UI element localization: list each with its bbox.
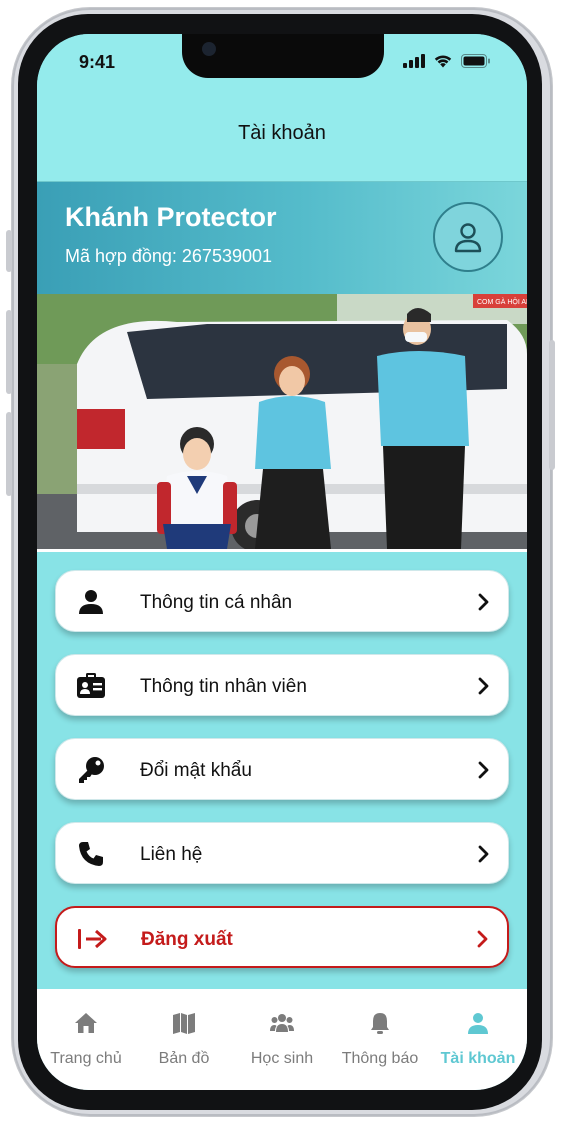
person-icon — [76, 588, 106, 616]
tab-label-students: Học sinh — [250, 1050, 314, 1067]
menu-label-staff-info: Thông tin nhân viên — [140, 676, 307, 697]
page-title: Tài khoản — [238, 122, 326, 144]
tab-map[interactable]: Bản đồ — [135, 989, 233, 1079]
tab-label-notifications: Thông báo — [341, 1050, 419, 1067]
contract-label: Mã hợp đồng: — [65, 246, 177, 266]
menu-item-personal-info[interactable]: Thông tin cá nhân — [55, 570, 509, 632]
tab-label-map: Bản đồ — [158, 1050, 210, 1067]
tab-students[interactable]: Học sinh — [233, 989, 331, 1079]
menu-item-contact[interactable]: Liên hệ — [55, 822, 509, 884]
profile-banner: Khánh Protector Mã hợp đồng: 267539001 — [37, 182, 527, 294]
phone-icon — [76, 840, 106, 868]
side-button-volume-down — [6, 412, 12, 496]
menu-item-change-password[interactable]: Đổi mật khẩu — [55, 738, 509, 800]
tab-notifications[interactable]: Thông báo — [331, 989, 429, 1079]
menu-list: Thông tin cá nhân Thông tin nhân viên Đổ… — [37, 549, 527, 989]
logout-button[interactable]: Đăng xuất — [55, 906, 509, 968]
tab-home[interactable]: Trang chủ — [37, 989, 135, 1079]
menu-label-personal-info: Thông tin cá nhân — [140, 592, 293, 613]
menu-item-staff-info[interactable]: Thông tin nhân viên — [55, 654, 509, 716]
logout-arrow-icon — [77, 925, 107, 953]
status-bar: 9:41 — [37, 34, 527, 90]
profile-name: Khánh Protector — [65, 202, 277, 232]
chevron-right-icon — [478, 761, 490, 784]
avatar[interactable] — [433, 202, 503, 272]
menu-label-contact: Liên hệ — [140, 844, 203, 865]
key-icon — [76, 756, 106, 784]
menu-label-change-password: Đổi mật khẩu — [140, 760, 252, 781]
menu-label-logout: Đăng xuất — [141, 929, 233, 950]
map-icon — [173, 1013, 195, 1034]
group-icon — [270, 1014, 294, 1032]
tab-account[interactable]: Tài khoản — [429, 989, 527, 1079]
contract-number: 267539001 — [181, 246, 273, 266]
hero-photo: COM GÀ HỘI AN — [37, 294, 527, 549]
side-button-volume-up — [6, 310, 12, 394]
bell-icon — [371, 1013, 389, 1034]
chevron-right-icon — [478, 593, 490, 616]
app-header: Tài khoản — [37, 90, 527, 182]
tab-label-home: Trang chủ — [50, 1050, 122, 1067]
side-button-mute — [6, 230, 12, 272]
camera-icon — [202, 42, 216, 56]
id-badge-icon — [76, 672, 106, 700]
battery-icon — [461, 54, 490, 68]
person-outline-icon — [454, 223, 482, 253]
hero-illustration: COM GÀ HỘI AN — [37, 294, 527, 549]
chevron-right-icon — [478, 677, 490, 700]
street-sign-text: COM GÀ HỘI AN — [477, 297, 527, 306]
chevron-right-icon — [478, 845, 490, 868]
tab-label-account: Tài khoản — [440, 1050, 516, 1067]
home-icon — [75, 1013, 97, 1033]
chevron-right-icon — [477, 930, 489, 953]
bottom-tab-bar: Trang chủ Bản đồ Học sinh Thông báo Tài … — [37, 989, 527, 1090]
person-icon — [468, 1013, 488, 1034]
cellular-signal-icon — [403, 54, 425, 68]
status-icons — [403, 54, 491, 68]
status-time: 9:41 — [79, 52, 116, 72]
notch — [182, 34, 384, 78]
screen: 9:41 Tài khoản Khánh Protector Mã hợp đồ… — [37, 34, 527, 1090]
wifi-icon — [434, 55, 452, 68]
side-button-power — [549, 340, 555, 470]
contract-line: Mã hợp đồng: 267539001 — [65, 246, 272, 267]
